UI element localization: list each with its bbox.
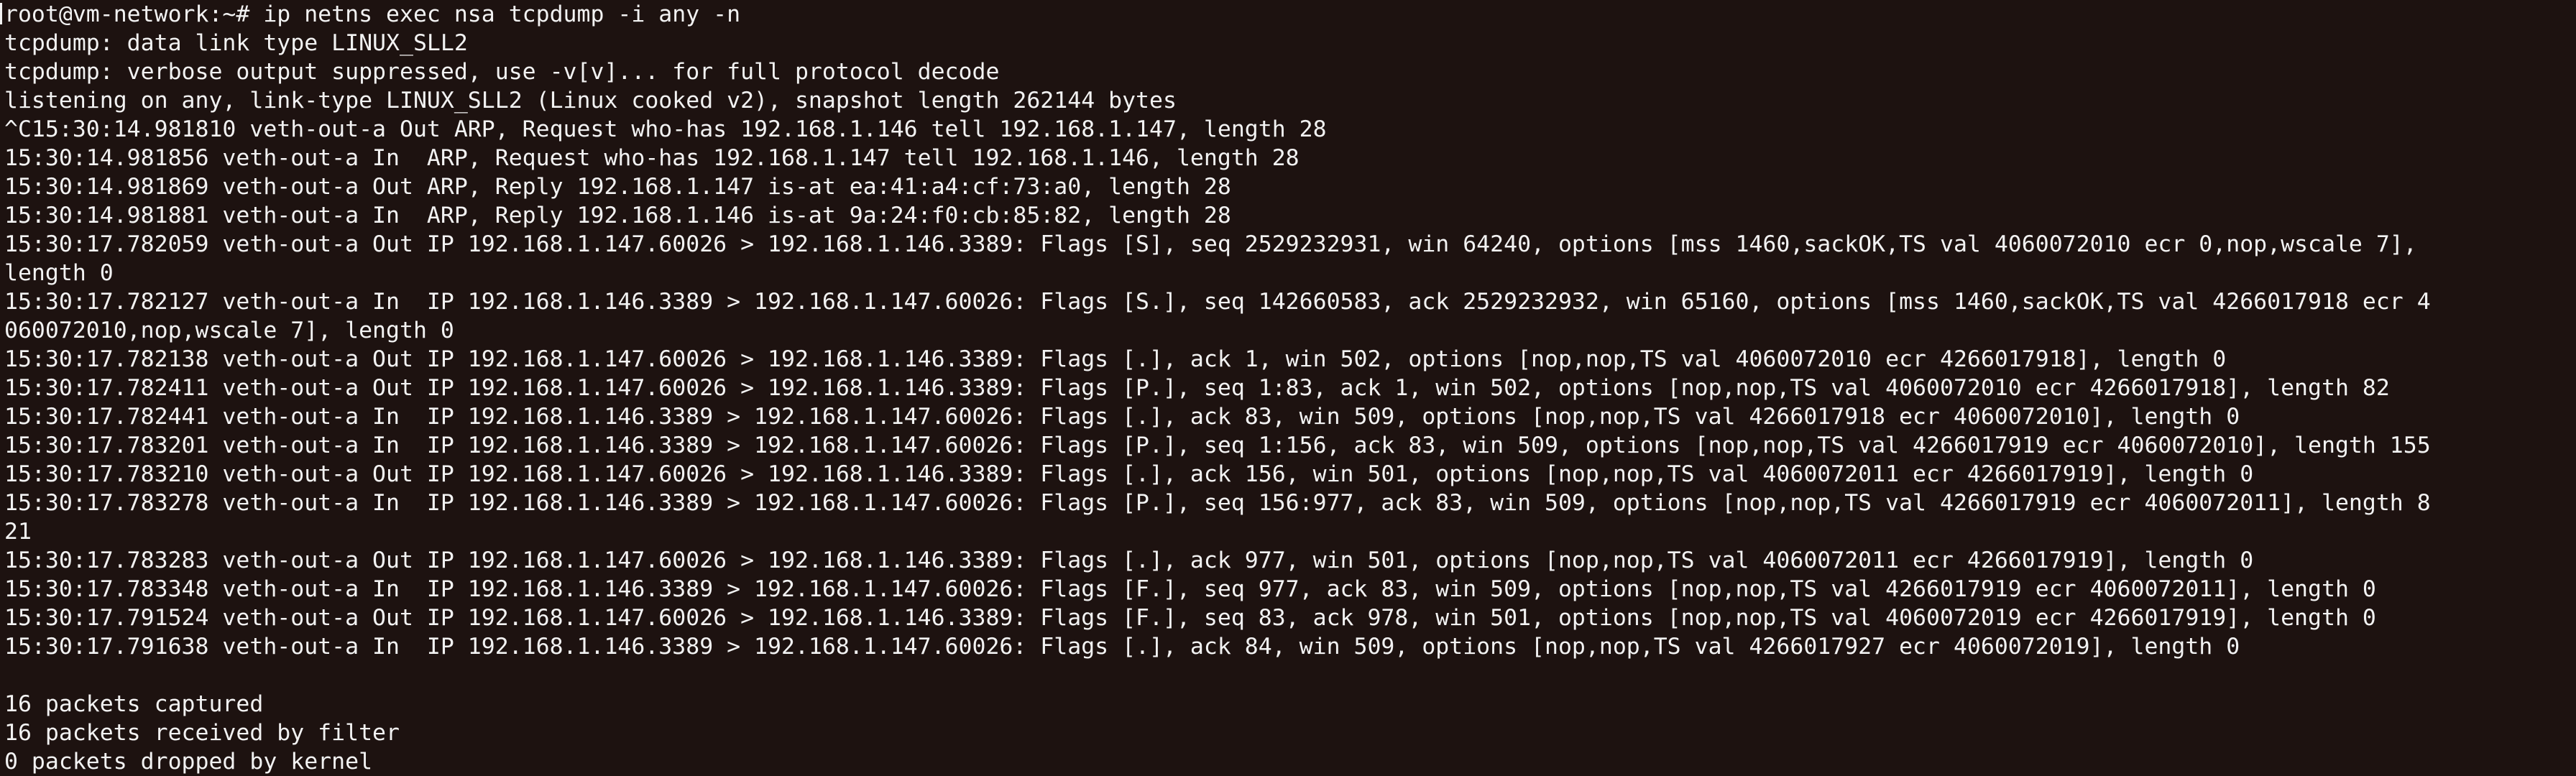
terminal-line-prompt: root@vm-network:~# ip netns exec nsa tcp… — [4, 1, 741, 27]
terminal-line-summary: 16 packets received by filter — [4, 720, 400, 746]
terminal-line-summary: 16 packets captured — [4, 691, 264, 717]
terminal-line: tcpdump: verbose output suppressed, use … — [4, 59, 1000, 85]
terminal-line: length 0 — [4, 260, 114, 286]
terminal-line: 15:30:17.783283 veth-out-a Out IP 192.16… — [4, 548, 2254, 573]
terminal-line: 15:30:14.981869 veth-out-a Out ARP, Repl… — [4, 174, 1231, 200]
terminal-line: tcpdump: data link type LINUX_SLL2 — [4, 30, 468, 56]
terminal-line: listening on any, link-type LINUX_SLL2 (… — [4, 88, 1177, 114]
terminal-line: 15:30:17.783278 veth-out-a In IP 192.168… — [4, 490, 2431, 516]
terminal-line: 21 — [4, 519, 32, 545]
terminal-line: 15:30:17.782411 veth-out-a Out IP 192.16… — [4, 375, 2390, 401]
terminal-line: 15:30:17.782441 veth-out-a In IP 192.168… — [4, 404, 2240, 430]
terminal-line: 15:30:17.782059 veth-out-a Out IP 192.16… — [4, 231, 2417, 257]
terminal-line: 15:30:14.981856 veth-out-a In ARP, Reque… — [4, 145, 1300, 171]
terminal-line: 15:30:17.782138 veth-out-a Out IP 192.16… — [4, 346, 2227, 372]
terminal-line-summary: 0 packets dropped by kernel — [4, 749, 373, 775]
terminal-line: 15:30:14.981881 veth-out-a In ARP, Reply… — [4, 203, 1231, 228]
terminal-line: 15:30:17.791524 veth-out-a Out IP 192.16… — [4, 605, 2376, 631]
terminal-line: 15:30:17.783210 veth-out-a Out IP 192.16… — [4, 461, 2254, 487]
terminal-window[interactable]: root@vm-network:~# ip netns exec nsa tcp… — [0, 0, 2576, 776]
terminal-line: 15:30:17.783348 veth-out-a In IP 192.168… — [4, 576, 2376, 602]
terminal-line: 15:30:17.791638 veth-out-a In IP 192.168… — [4, 634, 2240, 660]
terminal-line: 15:30:17.783201 veth-out-a In IP 192.168… — [4, 433, 2431, 458]
terminal-line: ^C15:30:14.981810 veth-out-a Out ARP, Re… — [4, 116, 1327, 142]
terminal-line: 15:30:17.782127 veth-out-a In IP 192.168… — [4, 289, 2431, 315]
terminal-line: 060072010,nop,wscale 7], length 0 — [4, 318, 454, 343]
text-cursor — [0, 3, 2, 24]
